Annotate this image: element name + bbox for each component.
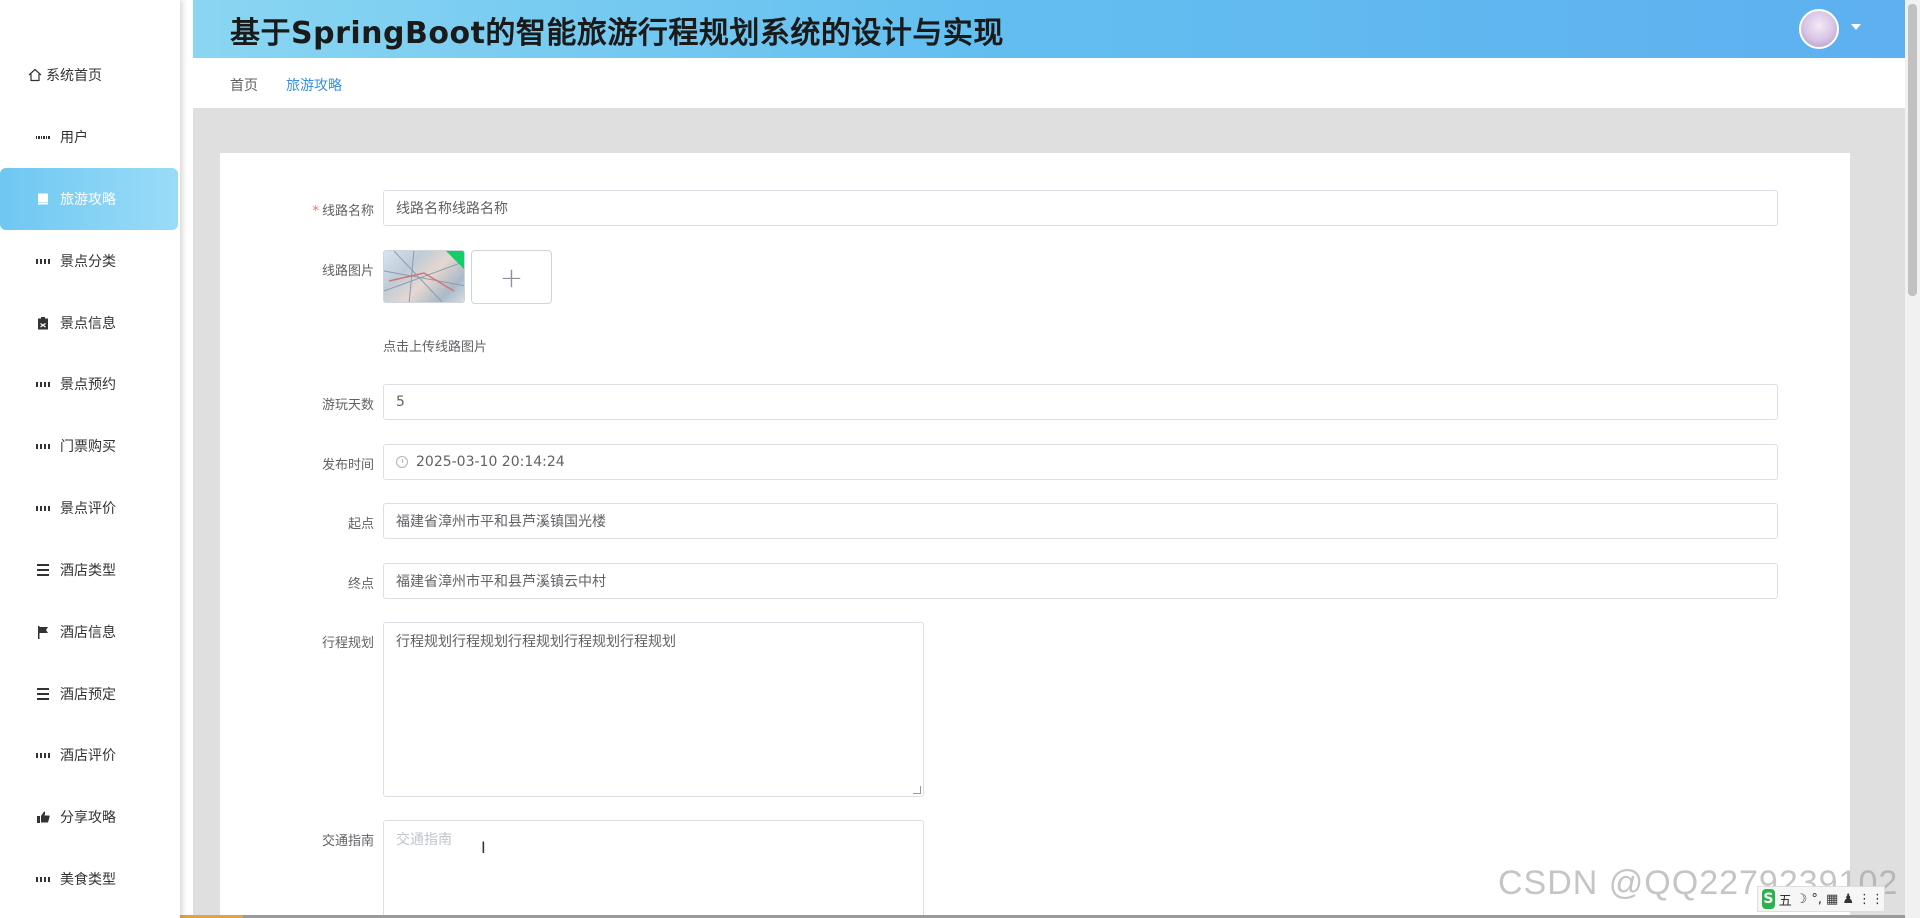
sidebar: 系统首页 用户 旅游攻略 景点分类 景点信息 景点预约 门票购买 景点评价 酒店… [0,0,180,918]
sidebar-item-label: 系统首页 [46,68,102,84]
sidebar-item-scenic-category[interactable]: 景点分类 [0,230,180,292]
moon-icon[interactable]: ☽ [1796,892,1808,907]
clipboard-icon [36,316,50,330]
sidebar-item-label: 景点预约 [60,377,116,393]
sidebar-item-scenic-booking[interactable]: 景点预约 [0,353,180,415]
success-corner-icon [446,251,464,269]
sidebar-item-users[interactable]: 用户 [0,106,180,168]
ime-mode[interactable]: 五 [1779,890,1792,909]
end-input[interactable]: 福建省漳州市平和县芦溪镇云中村 [383,563,1778,599]
sidebar-item-label: 景点信息 [60,316,116,332]
sidebar-item-hotel-info[interactable]: 酒店信息 [0,601,180,663]
days-label: 游玩天数 [321,398,374,413]
sidebar-item-label: 酒店信息 [60,625,116,641]
thumb-icon [36,810,50,824]
grid-icon [36,254,50,268]
sidebar-item-scenic-review[interactable]: 景点评价 [0,477,180,539]
sidebar-item-label: 景点分类 [60,254,116,270]
resize-handle-icon[interactable] [913,786,921,794]
sidebar-item-label: 旅游攻略 [60,192,116,208]
ime-toolbar[interactable]: S 五 ☽ °, ▦ ♟ ⋮⋮ [1757,886,1885,912]
scrollbar-thumb[interactable] [1908,4,1917,296]
sidebar-item-travel-guide[interactable]: 旅游攻略 [0,168,178,230]
start-label: 起点 [347,517,374,532]
grid-icon [35,130,51,144]
list-icon [36,563,50,577]
more-icon[interactable]: ⋮⋮ [1858,892,1884,907]
punctuation-icon[interactable]: °, [1811,892,1822,907]
required-mark: * [312,204,319,219]
scrollbar[interactable] [1905,0,1920,918]
user-icon[interactable]: ♟ [1842,892,1854,907]
grid-icon [36,501,50,515]
route-name-input[interactable]: 线路名称线路名称 [383,190,1778,226]
avatar[interactable] [1799,9,1839,49]
home-icon [28,68,42,82]
sidebar-item-ticket-purchase[interactable]: 门票购买 [0,415,180,477]
list-icon [36,687,50,701]
sidebar-item-share-guide[interactable]: 分享攻略 [0,786,180,848]
sidebar-item-label: 分享攻略 [60,810,116,826]
traffic-textarea[interactable]: 交通指南 [383,820,924,918]
chevron-down-icon[interactable] [1851,24,1861,30]
itinerary-label: 行程规划 [321,636,374,651]
start-input[interactable]: 福建省漳州市平和县芦溪镇国光楼 [383,503,1778,539]
days-input[interactable]: 5 [383,384,1778,420]
route-name-label: * 线路名称 [312,204,374,219]
breadcrumb: 首页 旅游攻略 [193,58,1905,108]
grid-icon [36,748,50,762]
keyboard-icon[interactable]: ▦ [1826,892,1838,907]
route-image-label: 线路图片 [321,264,374,279]
sidebar-item-label: 用户 [60,130,88,146]
sidebar-item-label: 酒店预定 [60,687,116,703]
breadcrumb-home[interactable]: 首页 [230,75,258,95]
sidebar-item-label: 景点评价 [60,501,116,517]
route-image-thumbnail[interactable] [383,250,465,303]
sidebar-item-label: 门票购买 [60,439,116,455]
sidebar-item-scenic-info[interactable]: 景点信息 [0,292,180,354]
publish-time-label: 发布时间 [321,458,374,473]
grid-icon [36,872,50,886]
sidebar-item-label: 美食类型 [60,872,116,888]
text-cursor-icon: I [481,838,486,857]
header: 基于SpringBoot的智能旅游行程规划系统的设计与实现 [193,0,1905,58]
upload-tip: 点击上传线路图片 [383,340,488,355]
clock-icon [396,456,408,468]
sidebar-item-label: 酒店类型 [60,563,116,579]
sidebar-item-food-type[interactable]: 美食类型 [0,848,180,910]
sidebar-item-hotel-type[interactable]: 酒店类型 [0,539,180,601]
end-label: 终点 [347,577,374,592]
grid-icon [36,377,50,391]
grid-icon [36,439,50,453]
breadcrumb-current: 旅游攻略 [286,78,342,94]
sidebar-item-label: 酒店评价 [60,748,116,764]
itinerary-textarea[interactable]: 行程规划行程规划行程规划行程规划行程规划 [383,622,924,797]
flag-icon [36,625,50,639]
sidebar-item-home[interactable]: 系统首页 [0,44,180,106]
traffic-label: 交通指南 [321,834,374,849]
page-title: 基于SpringBoot的智能旅游行程规划系统的设计与实现 [230,16,1004,51]
sidebar-item-hotel-booking[interactable]: 酒店预定 [0,663,180,725]
sidebar-item-hotel-review[interactable]: 酒店评价 [0,724,180,786]
upload-button[interactable]: + [471,250,552,304]
ime-logo-icon: S [1762,889,1775,909]
publish-time-picker[interactable]: 2025-03-10 20:14:24 [383,444,1778,480]
book-icon [36,192,50,206]
